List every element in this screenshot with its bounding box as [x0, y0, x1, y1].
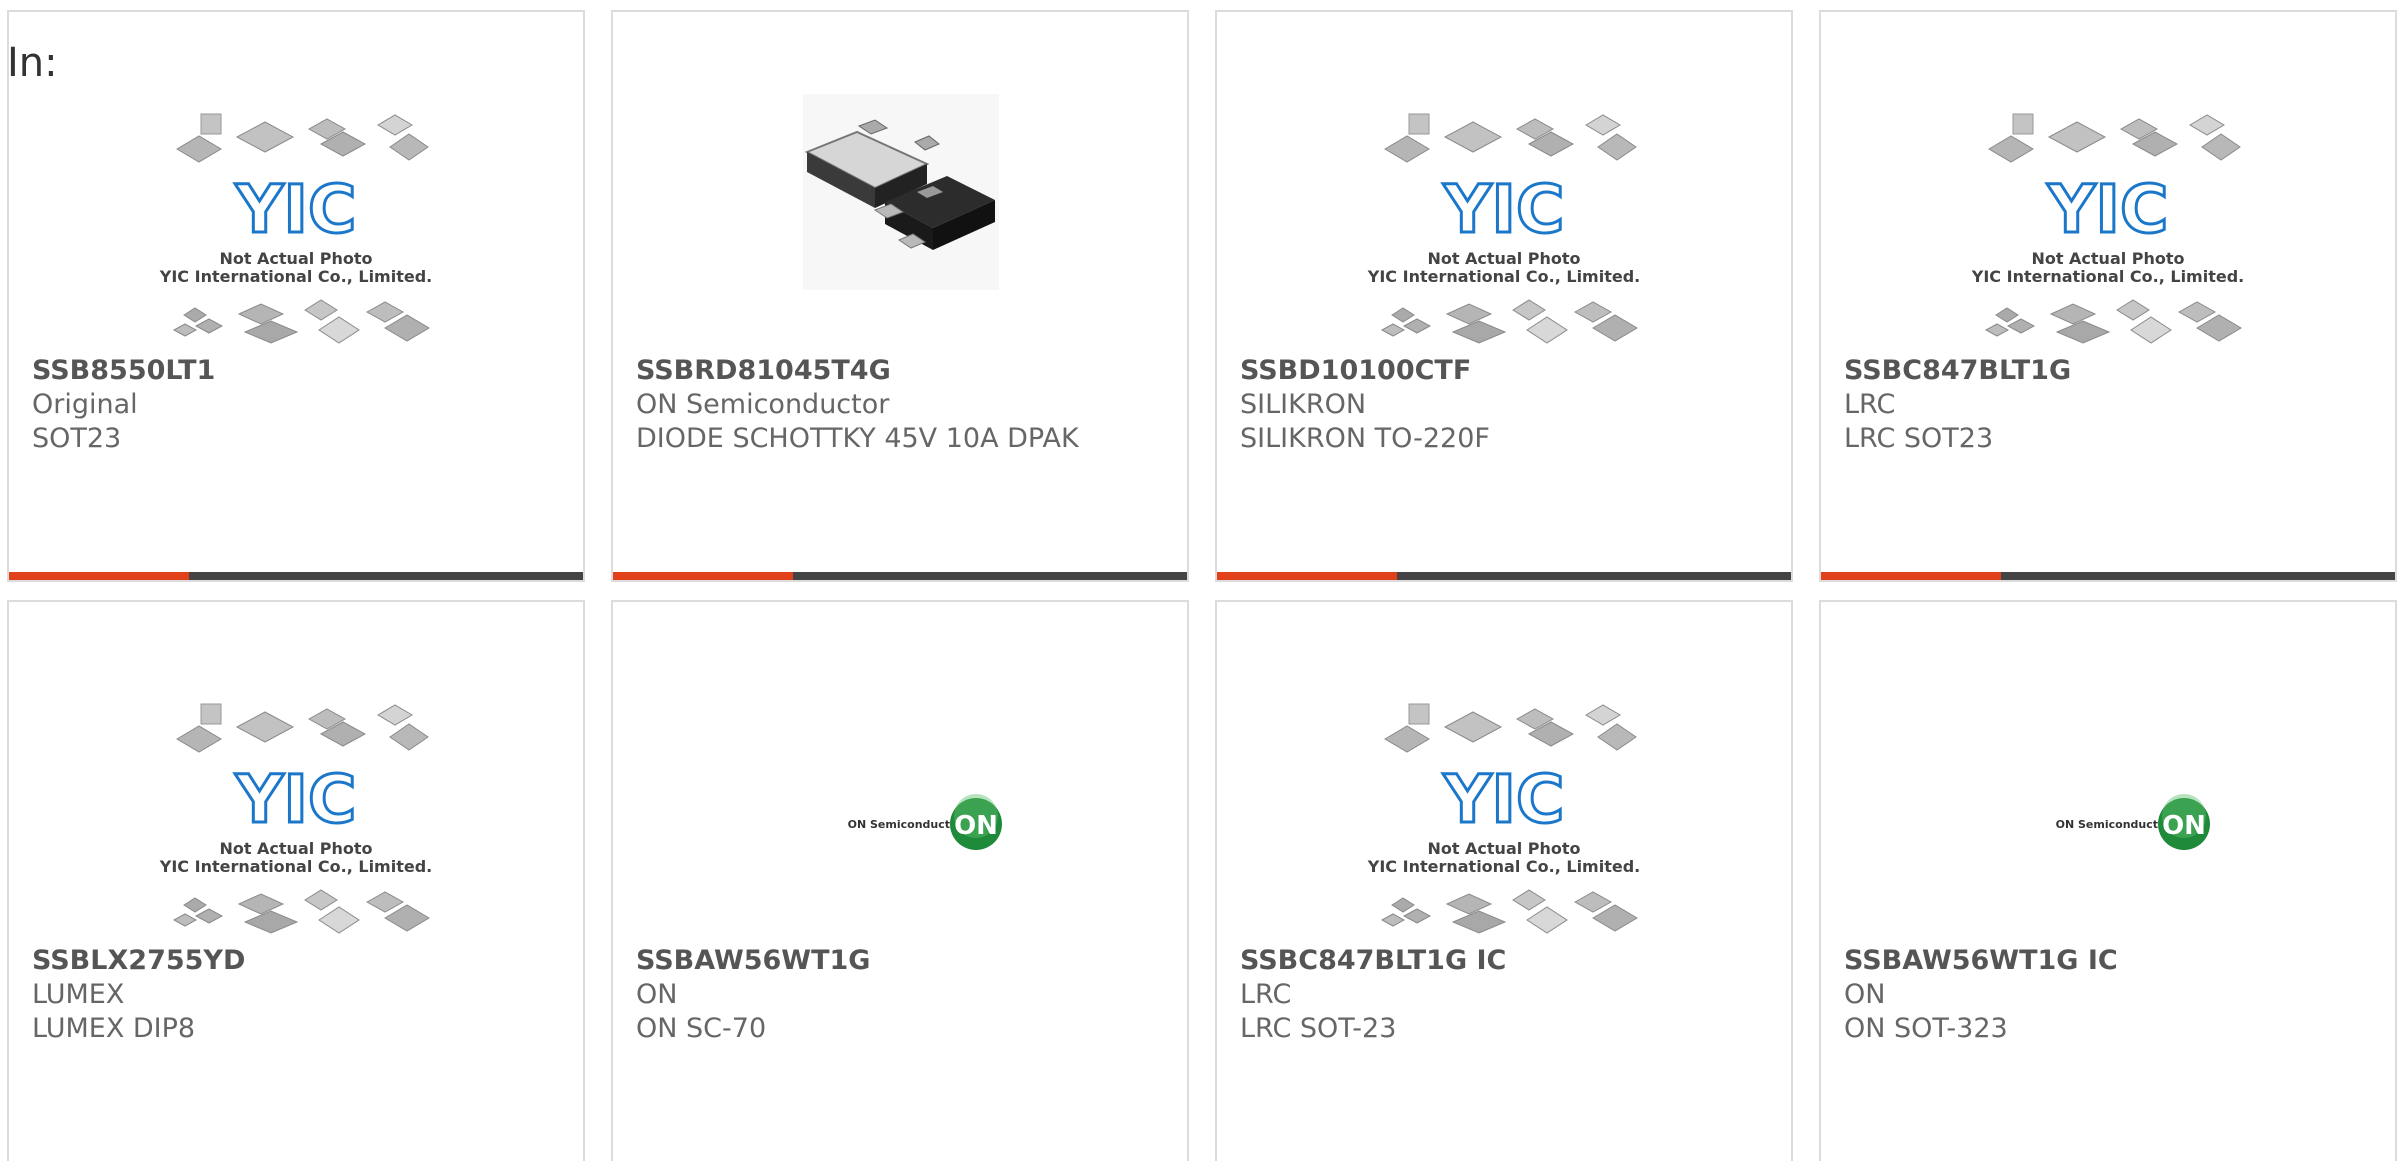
not-actual-photo-text: Not Actual Photo [2031, 249, 2184, 268]
product-image: ON Semiconductor®ON [613, 682, 1187, 952]
product-image: YIC Not Actual Photo YIC International Co.… [1217, 682, 1791, 952]
in-label: In: [7, 40, 58, 86]
product-image: ON Semiconductor®ON [1821, 682, 2395, 952]
part-number[interactable]: SSBAW56WT1G IC [1844, 944, 2118, 978]
yic-company-text: YIC International Co., Limited. [159, 267, 432, 286]
not-actual-photo-text: Not Actual Photo [1427, 839, 1580, 858]
not-actual-photo-text: Not Actual Photo [219, 839, 372, 858]
yic-company-text: YIC International Co., Limited. [1367, 857, 1640, 876]
product-image: YIC Not Actual Photo YIC International Co.… [1821, 92, 2395, 362]
yic-logo: YIC [2047, 171, 2169, 248]
description: ON SOT-323 [1844, 1013, 2008, 1044]
card-accent-bar [9, 572, 189, 580]
manufacturer: ON Semiconductor [636, 389, 890, 420]
product-card[interactable]: SSBRD81045T4G ON Semiconductor DIODE SCH… [611, 10, 1189, 582]
yic-placeholder-graphic: YICNot Actual PhotoYIC International Co.… [159, 703, 432, 934]
description: ON SC-70 [636, 1013, 767, 1044]
description: SOT23 [32, 423, 122, 454]
yic-logo: YIC [1443, 761, 1565, 838]
part-number[interactable]: SSBRD81045T4G [636, 354, 891, 388]
part-number[interactable]: SSBLX2755YD [32, 944, 245, 978]
yic-logo: YIC [235, 171, 357, 248]
manufacturer: ON [1844, 979, 1886, 1010]
yic-placeholder-graphic: YICNot Actual PhotoYIC International Co.… [159, 113, 432, 344]
manufacturer: Original [32, 389, 138, 420]
not-actual-photo-text: Not Actual Photo [219, 249, 372, 268]
product-image [613, 92, 1187, 362]
product-card[interactable]: YIC Not Actual Photo YIC International Co.… [7, 600, 585, 1161]
dpak-package-photo [803, 94, 999, 290]
part-number[interactable]: SSBAW56WT1G [636, 944, 870, 978]
description: LUMEX DIP8 [32, 1013, 196, 1044]
yic-logo: YIC [235, 761, 357, 838]
manufacturer: LUMEX [32, 979, 125, 1010]
card-accent-bar [1217, 572, 1397, 580]
yic-placeholder-graphic: YICNot Actual PhotoYIC International Co.… [1971, 113, 2244, 344]
on-semiconductor-logo: ON Semiconductor®ON [848, 794, 1002, 850]
card-bottom-bar [1217, 572, 1791, 580]
yic-company-text: YIC International Co., Limited. [159, 857, 432, 876]
description: SILIKRON TO-220F [1240, 423, 1490, 454]
part-number[interactable]: SSBD10100CTF [1240, 354, 1471, 388]
card-accent-bar [1821, 572, 2001, 580]
product-card[interactable]: YIC Not Actual Photo YIC International Co.… [7, 10, 585, 582]
yic-company-text: YIC International Co., Limited. [1971, 267, 2244, 286]
part-number[interactable]: SSBC847BLT1G [1844, 354, 2071, 388]
yic-logo: YIC [1443, 171, 1565, 248]
product-card[interactable]: ON Semiconductor®ON SSBAW56WT1G ON ON SC… [611, 600, 1189, 1161]
product-card[interactable]: YIC Not Actual Photo YIC International Co.… [1215, 600, 1793, 1161]
product-image: YIC Not Actual Photo YIC International Co.… [9, 92, 583, 362]
part-number[interactable]: SSB8550LT1 [32, 354, 215, 388]
yic-company-text: YIC International Co., Limited. [1367, 267, 1640, 286]
product-image: YIC Not Actual Photo YIC International Co.… [1217, 92, 1791, 362]
product-grid-page: In: YIC Not Actual Photo YIC International… [0, 0, 2400, 1161]
manufacturer: LRC [1240, 979, 1292, 1010]
product-card[interactable]: YIC Not Actual Photo YIC International Co.… [1819, 10, 2397, 582]
on-semiconductor-logo: ON Semiconductor®ON [2056, 794, 2210, 850]
on-badge-text: ON [2162, 811, 2206, 841]
product-card[interactable]: YIC Not Actual Photo YIC International Co.… [1215, 10, 1793, 582]
manufacturer: LRC [1844, 389, 1896, 420]
on-badge-text: ON [954, 811, 998, 841]
yic-placeholder-graphic: YICNot Actual PhotoYIC International Co.… [1367, 703, 1640, 934]
on-wordmark: ON Semiconductor [2056, 818, 2172, 831]
not-actual-photo-text: Not Actual Photo [1427, 249, 1580, 268]
part-number[interactable]: SSBC847BLT1G IC [1240, 944, 1506, 978]
card-bottom-bar [613, 572, 1187, 580]
yic-placeholder-graphic: YICNot Actual PhotoYIC International Co.… [1367, 113, 1640, 344]
description: LRC SOT-23 [1240, 1013, 1397, 1044]
manufacturer: SILIKRON [1240, 389, 1367, 420]
product-image: YIC Not Actual Photo YIC International Co.… [9, 682, 583, 952]
card-bottom-bar [9, 572, 583, 580]
card-bottom-bar [1821, 572, 2395, 580]
card-accent-bar [613, 572, 793, 580]
manufacturer: ON [636, 979, 678, 1010]
on-wordmark: ON Semiconductor [848, 818, 964, 831]
description: DIODE SCHOTTKY 45V 10A DPAK [636, 423, 1079, 454]
description: LRC SOT23 [1844, 423, 1994, 454]
product-card[interactable]: ON Semiconductor®ON SSBAW56WT1G IC ON ON… [1819, 600, 2397, 1161]
